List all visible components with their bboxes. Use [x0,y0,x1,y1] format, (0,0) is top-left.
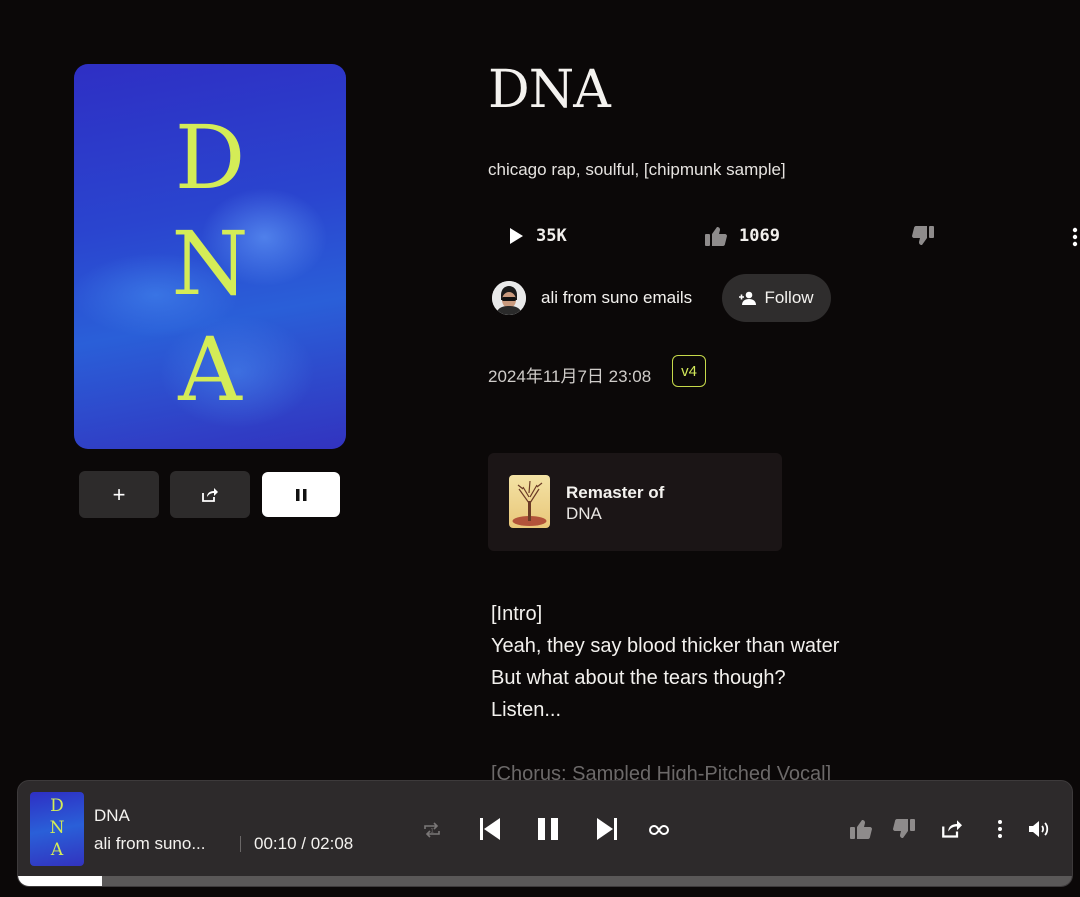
progress-fill [18,876,103,886]
share-icon [942,820,962,838]
avatar-portrait [492,281,526,315]
author-avatar[interactable] [492,281,526,315]
repeat-button[interactable]: 1 [420,818,444,842]
player-dislike-button[interactable] [891,817,917,841]
cover-letter-n: N [171,212,249,315]
cover-art[interactable]: D N A [74,64,346,449]
volume-button[interactable] [1026,817,1054,841]
cover-letter-a: A [178,318,242,421]
loop-button[interactable] [647,818,671,842]
version-badge: v4 [672,355,706,387]
lyrics: [Intro] Yeah, they say blood thicker tha… [491,598,839,790]
thumbs-down-icon [893,819,915,838]
remaster-heading: Remaster of [566,483,665,502]
player-thumbnail[interactable]: D N A [30,792,84,866]
player-bar: D N A DNA ali from suno... 00:10 / 02:08… [17,780,1073,887]
lyrics-line: But what about the tears though? [491,667,786,689]
lyrics-line: [Intro] [491,603,543,625]
release-date: 2024年11月7日 23:08 [488,367,652,386]
thumbs-up-icon [850,820,872,839]
repeat-icon: 1 [424,822,440,838]
song-title: DNA [488,60,611,120]
player-more-button[interactable] [988,817,1012,841]
lyrics-line: Yeah, they say blood thicker than water [491,635,840,657]
next-button[interactable] [593,815,621,843]
dislike-button[interactable] [912,226,934,251]
remaster-title: DNA [566,504,602,523]
infinity-icon [649,824,669,836]
thumb-letter-a: A [50,840,64,860]
skip-forward-icon [597,818,617,840]
plus-label: + [112,481,126,507]
player-title[interactable]: DNA [94,806,130,826]
pause-icon [295,488,306,501]
follow-label: Follow [764,288,814,307]
divider [240,836,241,852]
play-icon [510,228,523,244]
play-count-value: 35K [536,226,567,246]
lyrics-line: Listen... [491,699,562,721]
more-options-button[interactable] [1070,226,1080,248]
previous-button[interactable] [476,815,504,843]
player-share-button[interactable] [939,817,965,841]
more-vertical-icon [998,820,1002,838]
cover-letter-d: D [174,106,246,209]
progress-bar[interactable] [18,876,1072,886]
player-time: 00:10 / 02:08 [254,834,354,853]
user-plus-icon [739,291,757,305]
player-artist[interactable]: ali from suno... [94,834,206,854]
thumbs-down-icon [912,226,934,245]
follow-button[interactable]: Follow [722,274,831,322]
pause-button[interactable] [262,472,340,517]
share-icon [202,487,218,502]
share-button[interactable] [170,471,250,518]
player-pause-button[interactable] [534,815,562,843]
thumb-letter-d: D [50,796,64,816]
add-to-playlist-button[interactable]: + [79,471,159,518]
song-tags[interactable]: chicago rap, soulful, [chipmunk sample] [488,160,786,180]
more-vertical-icon [1072,227,1078,247]
like-button[interactable]: 1069 [705,226,780,246]
skip-back-icon [480,818,500,840]
like-count-value: 1069 [739,226,780,246]
play-count[interactable]: 35K [508,226,567,246]
remaster-card[interactable]: Remaster of DNA [488,453,782,551]
player-like-button[interactable] [848,817,874,841]
thumb-letter-n: N [49,818,65,838]
author-name[interactable]: ali from suno emails [541,288,692,308]
tree-illustration [512,480,547,526]
volume-icon [1029,821,1049,837]
remaster-thumbnail [509,475,550,528]
pause-icon [538,818,558,840]
thumbs-up-icon [705,227,727,246]
